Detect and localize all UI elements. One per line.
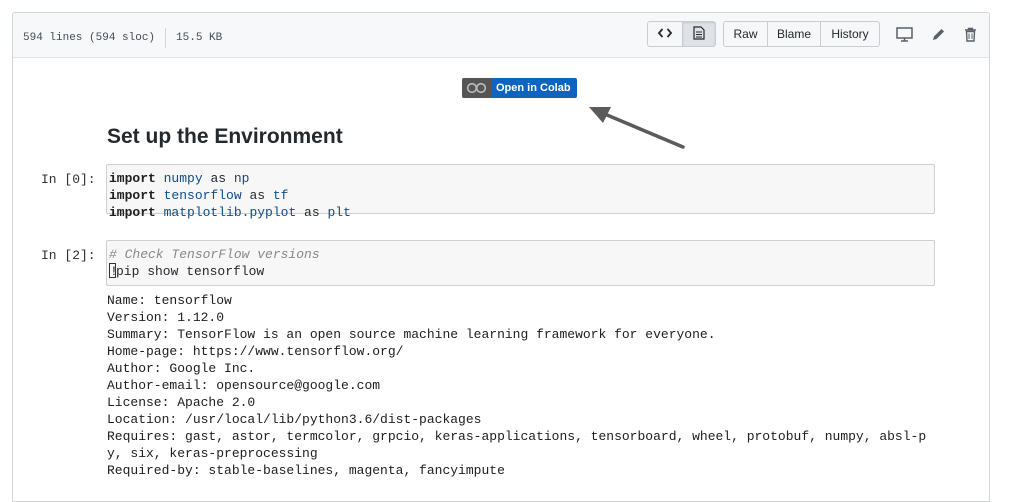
- output-line: y, six, keras-preprocessing: [107, 446, 318, 461]
- code-token: import: [109, 188, 156, 203]
- annotation-arrow: [589, 107, 685, 149]
- file-box: 594 lines (594 sloc) 15.5 KB Raw Blame H…: [12, 12, 990, 502]
- output-line: Author-email: opensource@google.com: [107, 378, 381, 393]
- source-view-button[interactable]: [647, 21, 683, 47]
- line-count: 594 lines (594 sloc): [23, 32, 156, 44]
- file-text-icon: [693, 25, 705, 43]
- code-token: matplotlib.pyplot: [163, 205, 297, 220]
- open-in-colab-badge[interactable]: Open in Colab: [462, 78, 577, 98]
- output-line: License: Apache 2.0: [107, 395, 256, 410]
- divider: [165, 28, 167, 48]
- view-toggle: [647, 21, 716, 47]
- output-line: Name: tensorflow: [107, 293, 232, 308]
- output-line: Version: 1.12.0: [107, 310, 225, 325]
- code-token: pip show tensorflow: [116, 264, 265, 279]
- code-line: import tensorflow as tf: [109, 187, 934, 204]
- code-token: as: [202, 171, 234, 186]
- code-token: np: [233, 171, 250, 186]
- file-actions: Raw Blame History: [723, 21, 880, 47]
- colab-logo-icon: [462, 78, 491, 98]
- output-line: Author: Google Inc.: [107, 361, 256, 376]
- output-line: Location: /usr/local/lib/python3.6/dist-…: [107, 412, 482, 427]
- cell-prompt-1: In [2]:: [41, 248, 96, 263]
- desktop-icon[interactable]: [895, 25, 913, 43]
- history-button[interactable]: History: [820, 21, 880, 47]
- trash-icon[interactable]: [961, 25, 979, 43]
- code-token: tf: [272, 188, 289, 203]
- code-token: import: [109, 171, 156, 186]
- output-line: Summary: TensorFlow is an open source ma…: [107, 327, 716, 342]
- section-heading: Set up the Environment: [107, 125, 343, 148]
- pencil-icon[interactable]: [929, 25, 947, 43]
- code-line: # Check TensorFlow versions: [109, 246, 934, 263]
- cursor-glyph: !: [110, 264, 118, 279]
- code-token: as: [241, 188, 273, 203]
- output-line: Required-by: stable-baselines, magenta, …: [107, 463, 505, 478]
- code-line: ! pip show tensorflow: [109, 263, 934, 280]
- output-line: Home-page: https://www.tensorflow.org/: [107, 344, 404, 359]
- code-cell-0[interactable]: import numpy as np import tensorflow as t…: [106, 164, 935, 220]
- code-token: as: [296, 205, 328, 220]
- rendered-view-button[interactable]: [682, 21, 716, 47]
- colab-badge-label: Open in Colab: [491, 78, 577, 98]
- code-token: # Check TensorFlow versions: [109, 247, 320, 262]
- code-token: tensorflow: [163, 188, 242, 203]
- blame-button[interactable]: Blame: [767, 21, 821, 47]
- file-info: 594 lines (594 sloc) 15.5 KB: [23, 28, 222, 48]
- cell-output: Name: tensorflow Version: 1.12.0 Summary: …: [107, 292, 926, 479]
- code-token: import: [109, 205, 156, 220]
- code-token: numpy: [163, 171, 203, 186]
- code-token: plt: [327, 205, 351, 220]
- file-header: 594 lines (594 sloc) 15.5 KB Raw Blame H…: [13, 13, 989, 58]
- raw-button[interactable]: Raw: [723, 21, 768, 47]
- cursor-char: !: [109, 263, 118, 279]
- code-line: import numpy as np: [109, 170, 934, 187]
- cell-prompt-0: In [0]:: [41, 172, 96, 187]
- output-line: Requires: gast, astor, termcolor, grpcio…: [107, 429, 927, 444]
- code-line: import matplotlib.pyplot as plt: [109, 204, 934, 221]
- code-icon: [657, 27, 673, 42]
- code-cell-1[interactable]: # Check TensorFlow versions! pip show ten…: [106, 240, 935, 286]
- file-size: 15.5 KB: [176, 32, 223, 44]
